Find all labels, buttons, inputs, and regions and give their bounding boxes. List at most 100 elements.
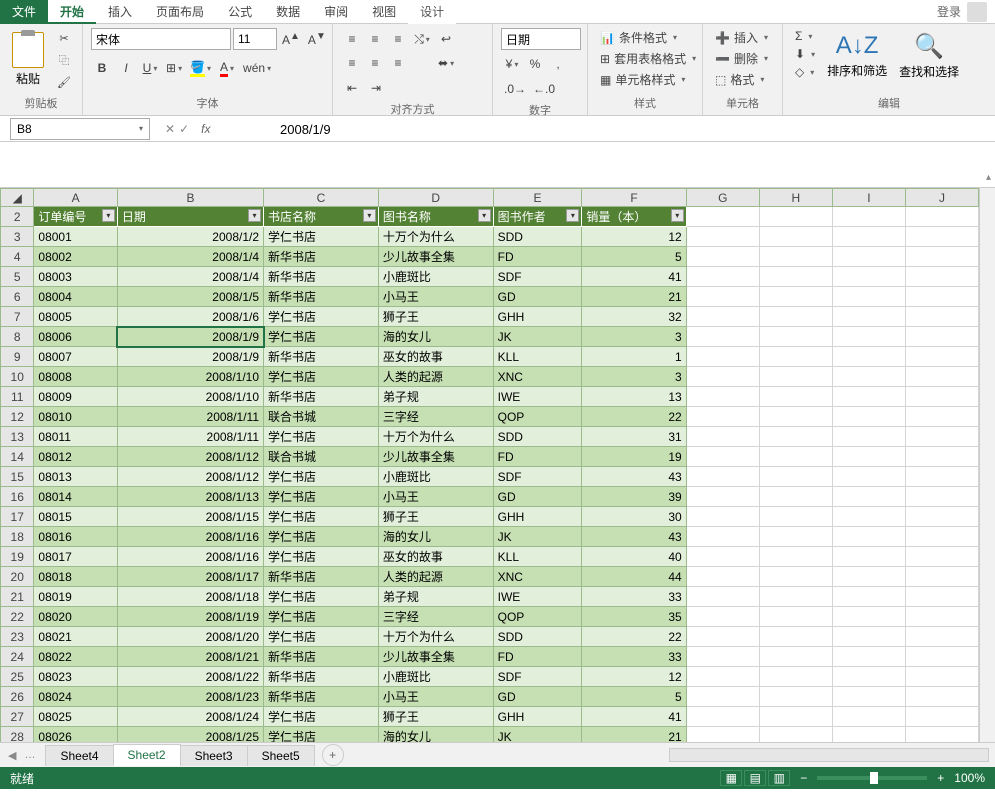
phonetic-button[interactable]: wén▾: [240, 57, 274, 79]
cell[interactable]: GHH: [493, 707, 582, 727]
cell[interactable]: 2008/1/16: [117, 527, 263, 547]
cell[interactable]: [832, 607, 905, 627]
cell[interactable]: [686, 367, 759, 387]
cell[interactable]: 新华书店: [264, 347, 379, 367]
filter-icon[interactable]: ▾: [102, 209, 115, 222]
cell[interactable]: [686, 387, 759, 407]
cell[interactable]: [832, 547, 905, 567]
fx-icon[interactable]: fx: [201, 122, 210, 136]
cell[interactable]: 学仁书店: [264, 587, 379, 607]
tab-layout[interactable]: 页面布局: [144, 0, 216, 24]
copy-button[interactable]: ⿻: [54, 50, 74, 70]
formula-bar[interactable]: 2008/1/9 ▴: [0, 142, 995, 188]
cell[interactable]: 3: [582, 367, 686, 387]
wrap-text-button[interactable]: ↩: [435, 28, 457, 50]
percent-button[interactable]: %: [524, 53, 546, 75]
cell[interactable]: 少儿故事全集: [378, 247, 493, 267]
bold-button[interactable]: B: [91, 57, 113, 79]
cell[interactable]: 12: [582, 667, 686, 687]
cell[interactable]: 19: [582, 447, 686, 467]
cell[interactable]: 40: [582, 547, 686, 567]
header-order-id[interactable]: 订单编号▾: [34, 207, 118, 227]
cell[interactable]: 08021: [34, 627, 118, 647]
format-painter-button[interactable]: 🖌: [54, 72, 74, 92]
col-header-E[interactable]: E: [493, 189, 582, 207]
select-all-corner[interactable]: ◢: [1, 189, 34, 207]
cell[interactable]: 学仁书店: [264, 367, 379, 387]
cell[interactable]: [686, 527, 759, 547]
cell[interactable]: [759, 567, 832, 587]
cell[interactable]: [832, 247, 905, 267]
cell[interactable]: [686, 307, 759, 327]
cell[interactable]: SDF: [493, 467, 582, 487]
orientation-button[interactable]: ⤭▾: [411, 28, 433, 50]
cell[interactable]: [759, 227, 832, 247]
cell[interactable]: 海的女儿: [378, 527, 493, 547]
cell[interactable]: [905, 427, 978, 447]
cell[interactable]: 小鹿斑比: [378, 467, 493, 487]
cell[interactable]: 2008/1/10: [117, 367, 263, 387]
sheet-tab-sheet5[interactable]: Sheet5: [247, 745, 315, 766]
cell[interactable]: SDF: [493, 667, 582, 687]
cell[interactable]: [759, 467, 832, 487]
row-header[interactable]: 18: [1, 527, 34, 547]
tab-file[interactable]: 文件: [0, 0, 48, 24]
cell[interactable]: SDD: [493, 627, 582, 647]
cell[interactable]: [759, 247, 832, 267]
cell[interactable]: 08018: [34, 567, 118, 587]
cell[interactable]: GD: [493, 487, 582, 507]
row-header[interactable]: 5: [1, 267, 34, 287]
row-header[interactable]: 27: [1, 707, 34, 727]
cell[interactable]: 小马王: [378, 487, 493, 507]
filter-icon[interactable]: ▾: [671, 209, 684, 222]
cell[interactable]: GD: [493, 687, 582, 707]
cell[interactable]: KLL: [493, 347, 582, 367]
zoom-slider[interactable]: [817, 776, 927, 780]
col-header-G[interactable]: G: [686, 189, 759, 207]
tab-home[interactable]: 开始: [48, 0, 96, 24]
row-header[interactable]: 12: [1, 407, 34, 427]
cell[interactable]: 08012: [34, 447, 118, 467]
tab-review[interactable]: 审阅: [312, 0, 360, 24]
cell[interactable]: [759, 727, 832, 743]
cancel-formula-button[interactable]: ✕: [165, 122, 175, 136]
row-header[interactable]: 20: [1, 567, 34, 587]
cell[interactable]: JK: [493, 527, 582, 547]
sheet-tab-sheet4[interactable]: Sheet4: [45, 745, 113, 766]
cell[interactable]: [832, 647, 905, 667]
cell[interactable]: 2008/1/22: [117, 667, 263, 687]
tab-view[interactable]: 视图: [360, 0, 408, 24]
cell[interactable]: 新华书店: [264, 567, 379, 587]
increase-decimal-button[interactable]: .0→: [501, 78, 529, 100]
cell[interactable]: [686, 667, 759, 687]
cell[interactable]: [905, 687, 978, 707]
cell[interactable]: [759, 207, 832, 227]
filter-icon[interactable]: ▾: [478, 209, 491, 222]
number-format-select[interactable]: [501, 28, 581, 50]
cell[interactable]: [832, 207, 905, 227]
cell[interactable]: 2008/1/20: [117, 627, 263, 647]
cell[interactable]: 2008/1/19: [117, 607, 263, 627]
cell[interactable]: 08008: [34, 367, 118, 387]
cell[interactable]: 2008/1/5: [117, 287, 263, 307]
row-header[interactable]: 2: [1, 207, 34, 227]
align-middle-button[interactable]: ≡: [364, 28, 386, 50]
cell[interactable]: 2008/1/6: [117, 307, 263, 327]
cell[interactable]: [759, 527, 832, 547]
cell[interactable]: 33: [582, 647, 686, 667]
header-date[interactable]: 日期▾: [117, 207, 263, 227]
decrease-indent-button[interactable]: ⇤: [341, 77, 363, 99]
cell[interactable]: 三字经: [378, 607, 493, 627]
cell[interactable]: 学仁书店: [264, 227, 379, 247]
cell[interactable]: 海的女儿: [378, 327, 493, 347]
cell[interactable]: 08010: [34, 407, 118, 427]
cell[interactable]: [905, 627, 978, 647]
cell[interactable]: 2008/1/11: [117, 427, 263, 447]
cell[interactable]: SDF: [493, 267, 582, 287]
cell[interactable]: 学仁书店: [264, 327, 379, 347]
cell[interactable]: 学仁书店: [264, 487, 379, 507]
row-header[interactable]: 13: [1, 427, 34, 447]
row-header[interactable]: 17: [1, 507, 34, 527]
cell[interactable]: [686, 207, 759, 227]
cell[interactable]: 海的女儿: [378, 727, 493, 743]
